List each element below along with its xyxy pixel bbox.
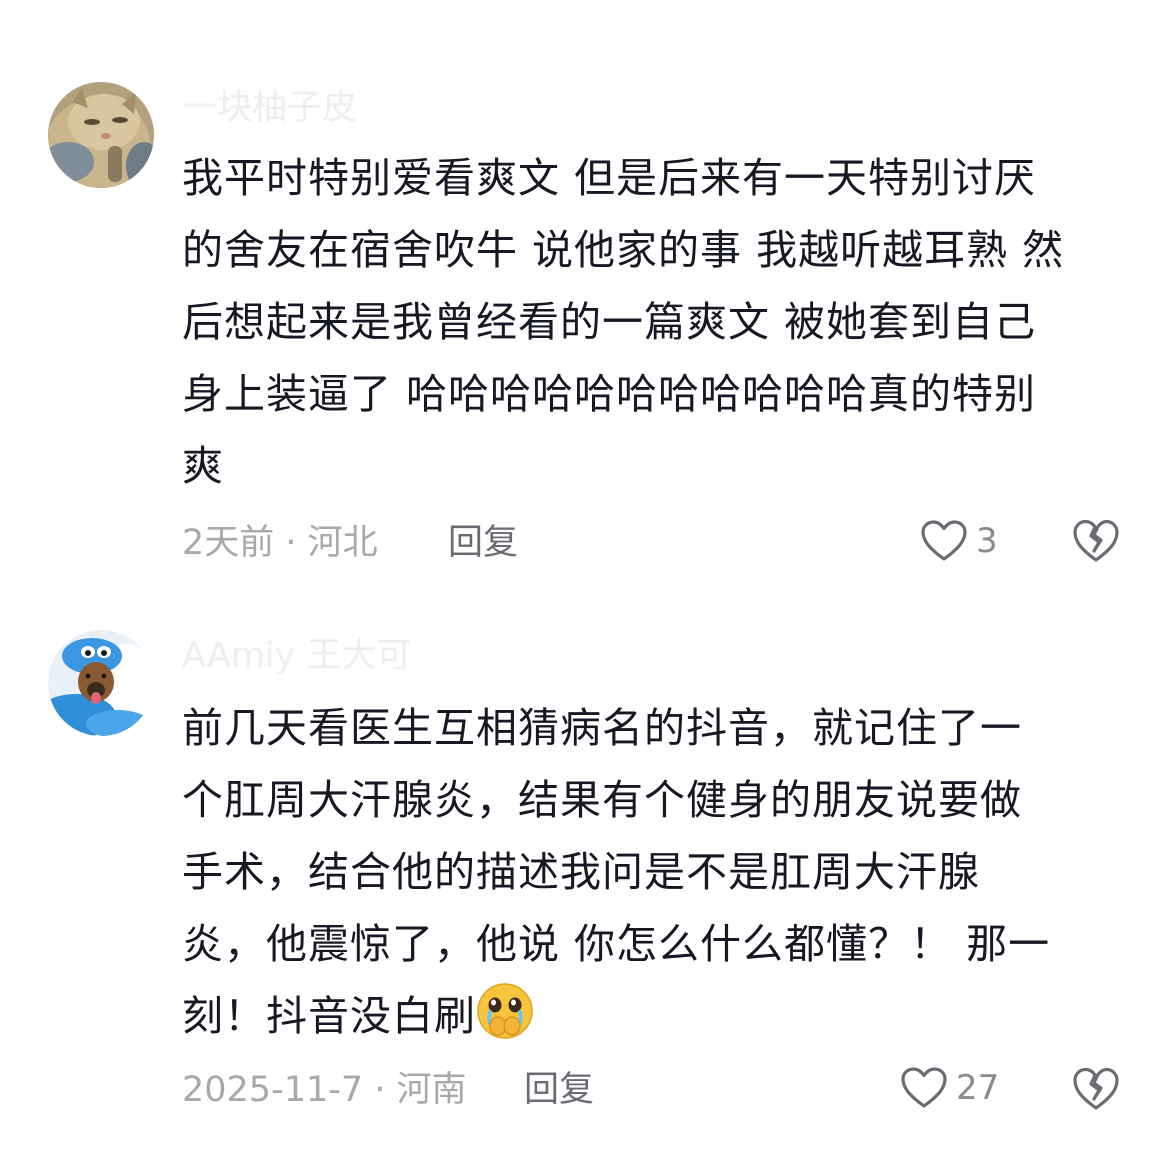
- comment-line: 炎，他震惊了，他说 你怎么什么都懂？！ 那一: [182, 920, 1051, 968]
- comment-line: 手术，结合他的描述我问是不是肛周大汗腺: [182, 848, 980, 896]
- dog-avatar-icon: [48, 630, 154, 736]
- comment-line: 个肛周大汗腺炎，结果有个健身的朋友说要做: [182, 776, 1022, 824]
- tearful-face-emoji: [476, 982, 534, 1040]
- cat-avatar-icon: [48, 82, 154, 188]
- comment-line-last: 刻！抖音没白刷: [182, 980, 1132, 1052]
- reply-button[interactable]: 回复: [524, 1070, 594, 1110]
- comment-text: 我平时特别爱看爽文 但是后来有一天特别讨厌 的舍友在宿舍吹牛 说他家的事 我越听…: [182, 142, 1132, 502]
- avatar[interactable]: [48, 82, 154, 188]
- like-button[interactable]: 27: [900, 1066, 999, 1110]
- dislike-button[interactable]: [1072, 518, 1120, 564]
- comment-line: 前几天看医生互相猜病名的抖音，就记住了一: [182, 704, 1022, 752]
- broken-heart-icon: [1073, 519, 1119, 562]
- like-count: 27: [956, 1068, 1000, 1108]
- like-button[interactable]: 3: [920, 519, 998, 563]
- comment-line: 爽: [182, 442, 224, 490]
- comment-text: 前几天看医生互相猜病名的抖音，就记住了一 个肛周大汗腺炎，结果有个健身的朋友说要…: [182, 692, 1132, 1052]
- username[interactable]: 一块柚子皮: [182, 88, 357, 128]
- reply-button[interactable]: 回复: [448, 523, 518, 563]
- broken-heart-icon: [1073, 1067, 1119, 1110]
- like-count: 3: [976, 521, 998, 561]
- heart-icon: [901, 1067, 947, 1108]
- comment-meta: 2025-11-7 · 河南: [182, 1070, 467, 1110]
- dislike-button[interactable]: [1072, 1066, 1120, 1112]
- avatar[interactable]: [48, 630, 154, 736]
- heart-icon: [921, 520, 967, 561]
- comment-line: 后想起来是我曾经看的一篇爽文 被她套到自己: [182, 298, 1037, 346]
- comment-line: 刻！抖音没白刷: [182, 992, 476, 1040]
- comment-line: 我平时特别爱看爽文 但是后来有一天特别讨厌: [182, 154, 1037, 202]
- comment-meta: 2天前 · 河北: [182, 523, 378, 563]
- comment-line: 的舍友在宿舍吹牛 说他家的事 我越听越耳熟 然: [182, 226, 1065, 274]
- username[interactable]: AAmiy 王大可: [182, 636, 412, 676]
- comment-line: 身上装逼了 哈哈哈哈哈哈哈哈哈哈哈真的特别: [182, 370, 1037, 418]
